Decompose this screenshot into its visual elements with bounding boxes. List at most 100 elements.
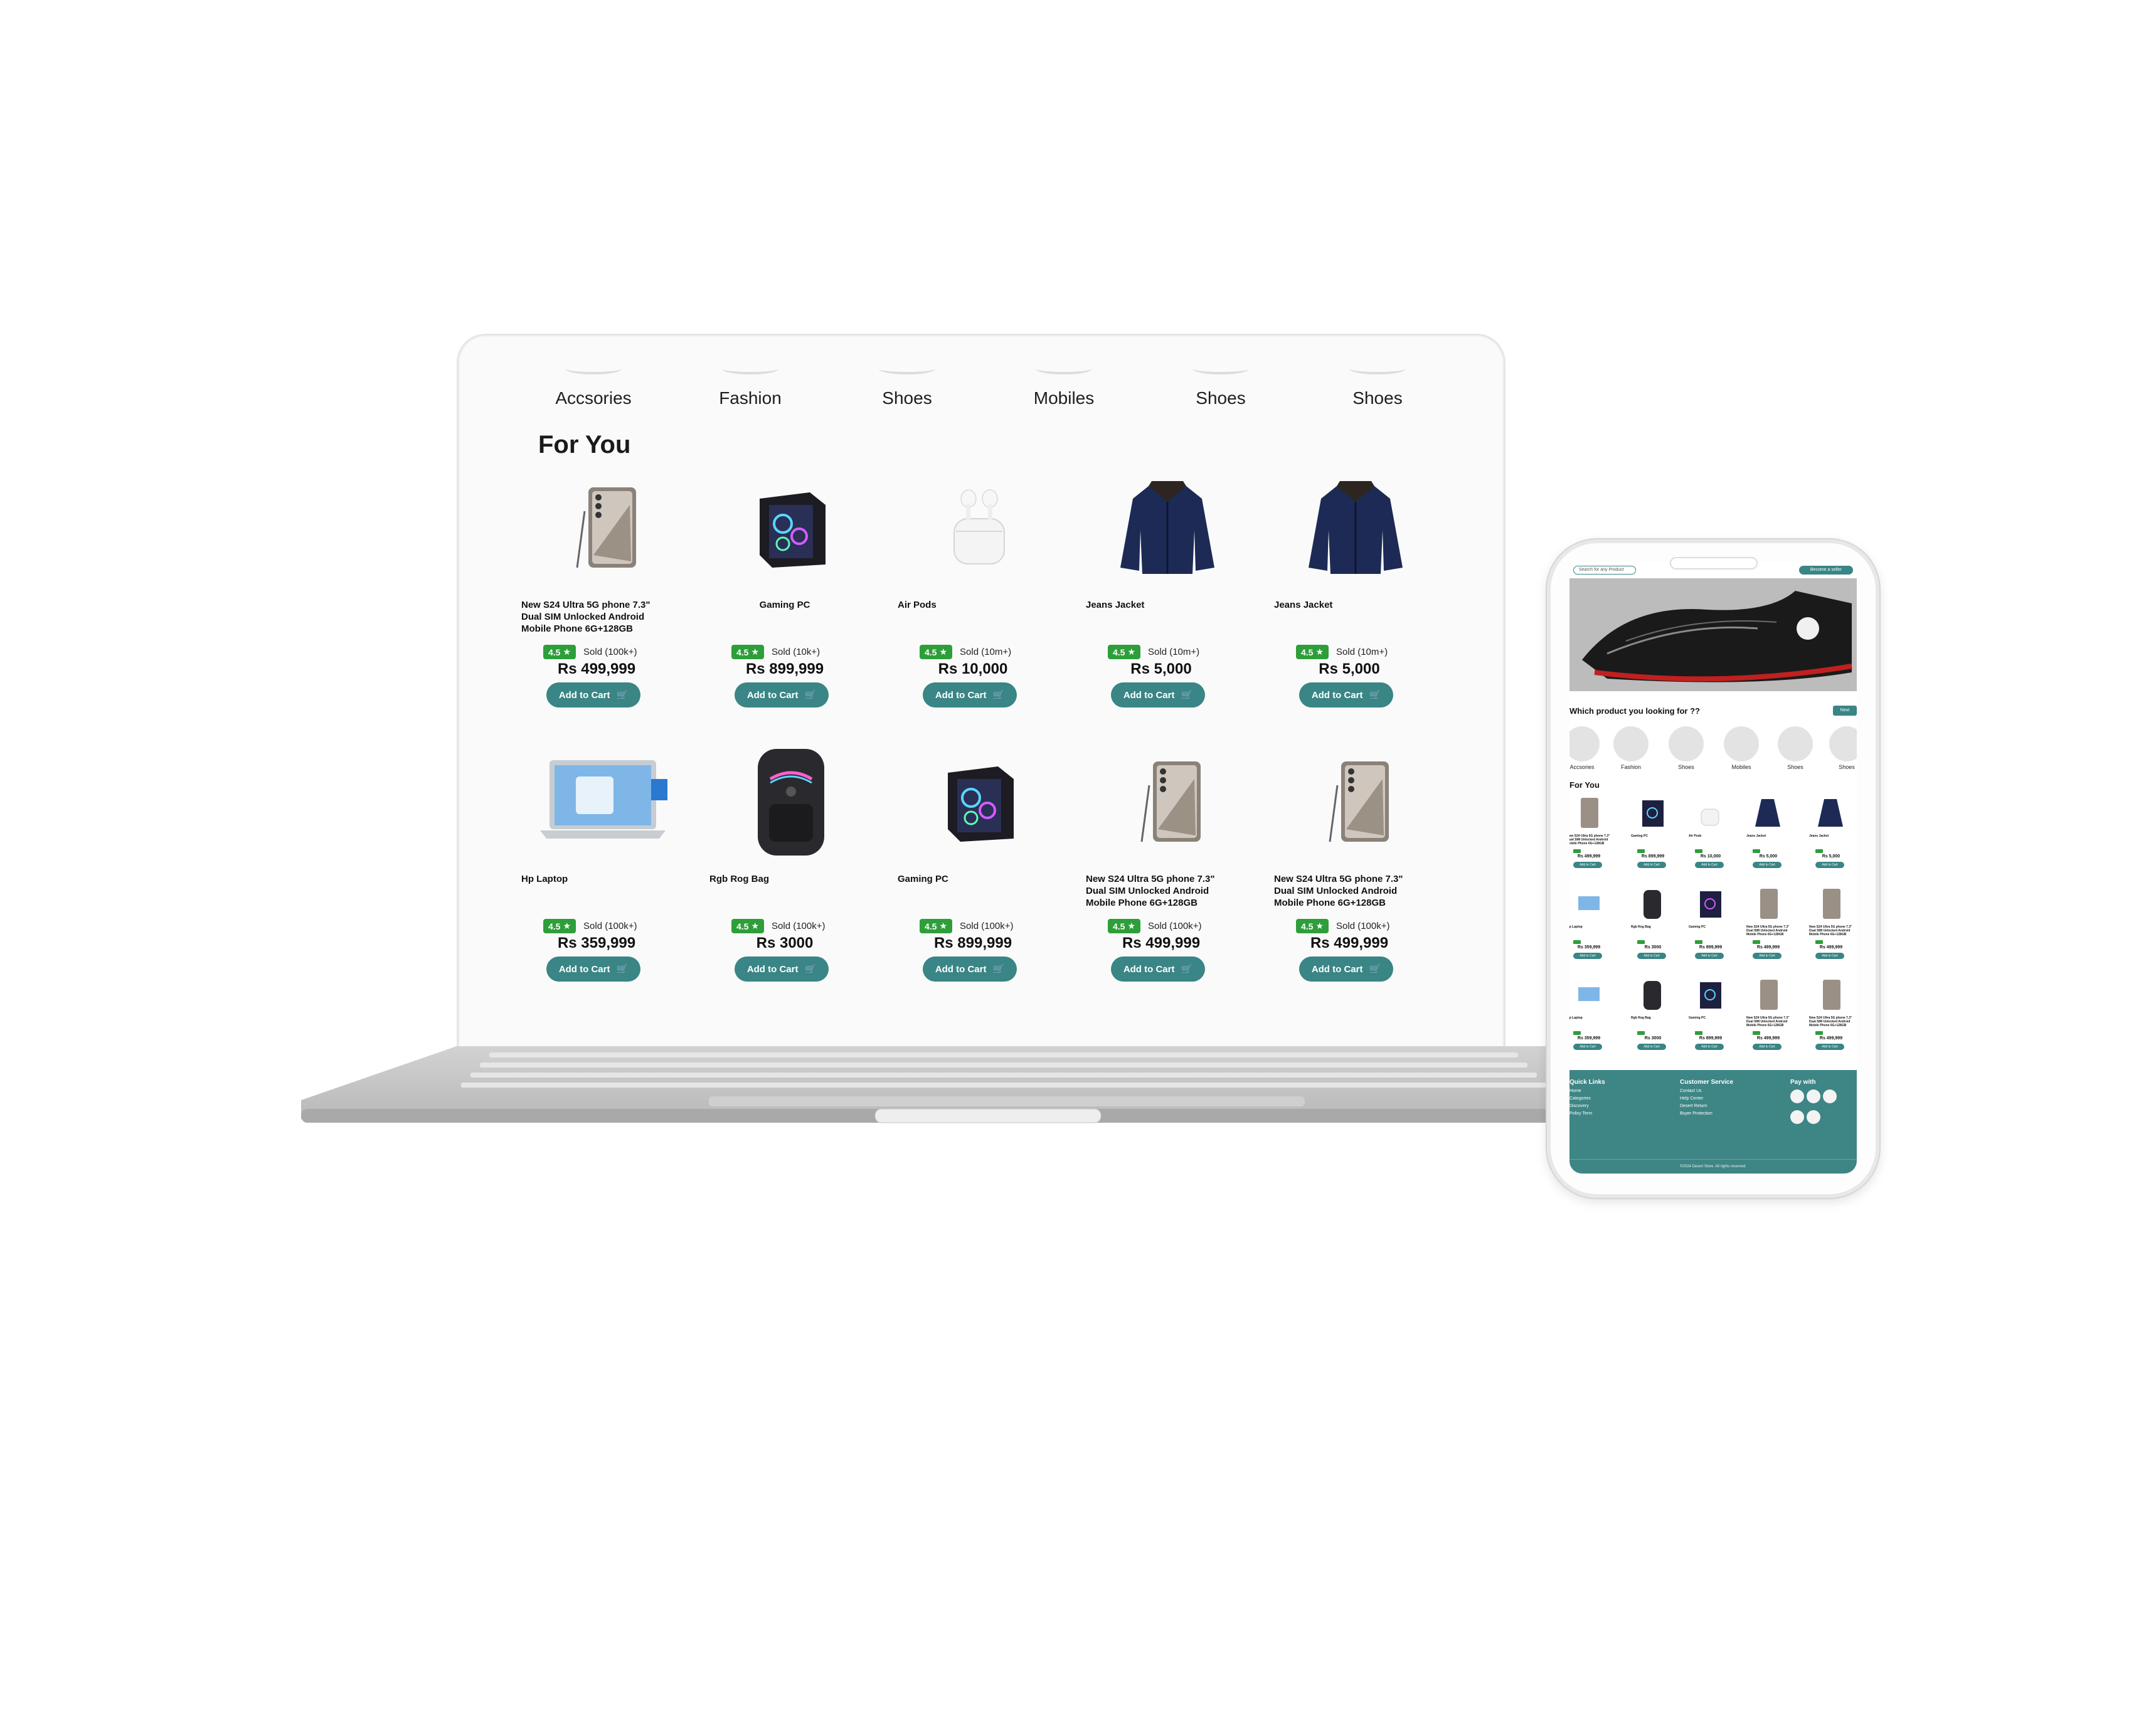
product-card[interactable]: New S24 Ultra 5G phone 7.3" Dual SIM Unl… — [1086, 741, 1249, 1005]
phone-product-card[interactable]: New S24 Ultra 5G phone 7.3" Dual SIM Unl… — [1740, 976, 1795, 1064]
phone-add-to-cart-button[interactable]: Add to Cart — [1753, 862, 1782, 868]
product-card[interactable]: Jeans Jacket 4.5 ★ Sold (10m+) Rs 5,000 Ad… — [1274, 467, 1437, 731]
phone-device: Search for any Product Become a seller W… — [1547, 539, 1879, 1198]
product-name[interactable]: Gaming PC — [898, 873, 1048, 885]
add-to-cart-button[interactable]: Add to Cart 🛒 — [923, 957, 1017, 982]
phone-add-to-cart-button[interactable]: Add to Cart — [1573, 1044, 1602, 1050]
become-seller-button[interactable]: Become a seller — [1799, 566, 1853, 575]
add-to-cart-button[interactable]: Add to Cart 🛒 — [1299, 957, 1393, 982]
footer-link[interactable]: Contact Us — [1680, 1089, 1733, 1093]
rating-value: 4.5 — [1113, 921, 1125, 931]
phone-product-price: Rs 899,999 — [1699, 1036, 1723, 1041]
rating-badge — [1815, 940, 1823, 944]
phone-add-to-cart-button[interactable]: Add to Cart — [1695, 953, 1724, 959]
phone-category-item[interactable]: Shoes — [1661, 726, 1711, 770]
add-to-cart-button[interactable]: Add to Cart 🛒 — [546, 682, 640, 708]
phone-product-card[interactable]: New S24 Ultra 5G phone 7.3" Dual SIM Unl… — [1803, 885, 1857, 973]
phone-add-to-cart-button[interactable]: Add to Cart — [1637, 1044, 1666, 1050]
product-card[interactable]: Hp Laptop 4.5 ★ Sold (100k+) Rs 359,999 Ad… — [521, 741, 684, 1005]
product-card[interactable]: Air Pods 4.5 ★ Sold (10m+) Rs 10,000 Add t… — [898, 467, 1061, 731]
next-button[interactable]: Next — [1833, 706, 1857, 716]
footer-link[interactable]: Home — [1569, 1089, 1605, 1093]
footer-link[interactable]: Buyer Protection — [1680, 1111, 1733, 1116]
add-to-cart-button[interactable]: Add to Cart 🛒 — [1299, 682, 1393, 708]
product-name[interactable]: Air Pods — [898, 599, 1048, 611]
product-name[interactable]: Rgb Rog Bag — [709, 873, 860, 885]
footer-link[interactable]: Desert Return — [1680, 1104, 1733, 1108]
product-card[interactable]: Gaming PC 4.5 ★ Sold (10k+) Rs 899,999 Add… — [709, 467, 873, 731]
phone-add-to-cart-button[interactable]: Add to Cart — [1573, 953, 1602, 959]
product-card[interactable]: Gaming PC 4.5 ★ Sold (100k+) Rs 899,999 Ad… — [898, 741, 1061, 1005]
phone-add-to-cart-button[interactable]: Add to Cart — [1815, 1044, 1844, 1050]
phone-category-item[interactable]: Fashion — [1606, 726, 1656, 770]
phone-product-card[interactable]: Gaming PC Rs 899,999 Add to Cart — [1625, 794, 1680, 882]
product-name[interactable]: Gaming PC — [709, 599, 860, 611]
product-card[interactable]: New S24 Ultra 5G phone 7.3" Dual SIM Unl… — [1274, 741, 1437, 1005]
customer-service-title: Customer Service — [1680, 1079, 1734, 1086]
phone-category-item[interactable]: Shoes — [1770, 726, 1820, 770]
phone-product-card[interactable]: Hp Laptop Rs 359,999 Add to Cart — [1569, 885, 1616, 973]
pc-icon — [1691, 885, 1729, 923]
phone-add-to-cart-button[interactable]: Add to Cart — [1815, 953, 1844, 959]
product-name[interactable]: New S24 Ultra 5G phone 7.3" Dual SIM Unl… — [1274, 873, 1425, 909]
phone-add-to-cart-button[interactable]: Add to Cart — [1637, 862, 1666, 868]
phone-category-item[interactable]: Shoes — [1822, 726, 1857, 770]
product-name[interactable]: Jeans Jacket — [1086, 599, 1236, 611]
footer-link[interactable]: Help Center — [1680, 1096, 1733, 1101]
phone-add-to-cart-button[interactable]: Add to Cart — [1815, 862, 1844, 868]
phone-product-card[interactable]: New S24 Ultra 5G phone 7.3" Dual SIM Unl… — [1740, 885, 1795, 973]
phone-product-card[interactable]: New S24 Ultra 5G phone 7.3" Dual SIM Unl… — [1569, 794, 1616, 882]
rating-badge: 4.5 ★ — [920, 919, 953, 933]
phone-product-card[interactable]: Hp Laptop Rs 359,999 Add to Cart — [1569, 976, 1616, 1064]
phone-category-item[interactable]: Accsories — [1569, 726, 1607, 770]
category-mobiles[interactable]: Mobiles — [985, 336, 1142, 408]
phone-category-item[interactable]: Mobiles — [1716, 726, 1766, 770]
footer-link[interactable]: Policy Term — [1569, 1111, 1605, 1116]
add-to-cart-button[interactable]: Add to Cart 🛒 — [735, 957, 829, 982]
phone-product-card[interactable]: Gaming PC Rs 899,999 Add to Cart — [1682, 885, 1738, 973]
product-name[interactable]: Jeans Jacket — [1274, 599, 1425, 611]
hero-banner[interactable] — [1569, 578, 1857, 691]
phone-add-to-cart-button[interactable]: Add to Cart — [1753, 1044, 1782, 1050]
phone-product-card[interactable]: New S24 Ultra 5G phone 7.3" Dual SIM Unl… — [1803, 976, 1857, 1064]
add-to-cart-button[interactable]: Add to Cart 🛒 — [1111, 957, 1205, 982]
phone-product-card[interactable]: Rgb Rog Bag Rs 3000 Add to Cart — [1625, 885, 1680, 973]
category-fashion[interactable]: Fashion — [672, 336, 829, 408]
phone-add-to-cart-button[interactable]: Add to Cart — [1753, 953, 1782, 959]
sold-count: Sold (100k+) — [583, 921, 637, 931]
phone-product-card[interactable]: Jeans Jacket Rs 5,000 Add to Cart — [1803, 794, 1857, 882]
category-shoes-2[interactable]: Shoes — [1142, 336, 1299, 408]
product-name[interactable]: New S24 Ultra 5G phone 7.3" Dual SIM Unl… — [521, 599, 672, 635]
phone-add-to-cart-button[interactable]: Add to Cart — [1695, 862, 1724, 868]
phone-add-to-cart-button[interactable]: Add to Cart — [1573, 862, 1602, 868]
product-card[interactable]: New S24 Ultra 5G phone 7.3" Dual SIM Unl… — [521, 467, 684, 731]
product-price: Rs 899,999 — [933, 935, 1012, 951]
category-shoes-3[interactable]: Shoes — [1299, 336, 1456, 408]
product-card[interactable]: Jeans Jacket 4.5 ★ Sold (10m+) Rs 5,000 Ad… — [1086, 467, 1249, 731]
phone-product-card[interactable]: Jeans Jacket Rs 5,000 Add to Cart — [1740, 794, 1795, 882]
add-to-cart-button[interactable]: Add to Cart 🛒 — [1111, 682, 1205, 708]
rating-badge: 4.5 ★ — [543, 919, 576, 933]
category-accsories[interactable]: Accsories — [515, 336, 672, 408]
product-card[interactable]: Rgb Rog Bag 4.5 ★ Sold (100k+) Rs 3000 Add… — [709, 741, 873, 1005]
star-icon: ★ — [939, 647, 948, 657]
star-icon: ★ — [1315, 921, 1324, 931]
product-name[interactable]: Hp Laptop — [521, 873, 672, 885]
footer-link[interactable]: Categories — [1569, 1096, 1605, 1101]
phone-product-card[interactable]: Air Pods Rs 10,000 Add to Cart — [1682, 794, 1738, 882]
footer-link[interactable]: Discovery — [1569, 1104, 1605, 1108]
phone-product-card[interactable]: Rgb Rog Bag Rs 3000 Add to Cart — [1625, 976, 1680, 1064]
laptop-icon — [1569, 885, 1607, 923]
add-to-cart-button[interactable]: Add to Cart 🛒 — [546, 957, 640, 982]
phone-add-to-cart-button[interactable]: Add to Cart — [1695, 1044, 1724, 1050]
product-name[interactable]: New S24 Ultra 5G phone 7.3" Dual SIM Unl… — [1086, 873, 1236, 909]
laptop-screen: Accsories Fashion Shoes Mobiles Shoes Sh… — [459, 336, 1504, 1051]
phone-category-label: Fashion — [1620, 764, 1642, 770]
rating-value: 4.5 — [736, 647, 749, 657]
category-shoes[interactable]: Shoes — [829, 336, 985, 408]
phone-product-card[interactable]: Gaming PC Rs 899,999 Add to Cart — [1682, 976, 1738, 1064]
add-to-cart-button[interactable]: Add to Cart 🛒 — [923, 682, 1017, 708]
phone-add-to-cart-button[interactable]: Add to Cart — [1637, 953, 1666, 959]
add-to-cart-button[interactable]: Add to Cart 🛒 — [735, 682, 829, 708]
search-input[interactable]: Search for any Product — [1573, 566, 1636, 575]
